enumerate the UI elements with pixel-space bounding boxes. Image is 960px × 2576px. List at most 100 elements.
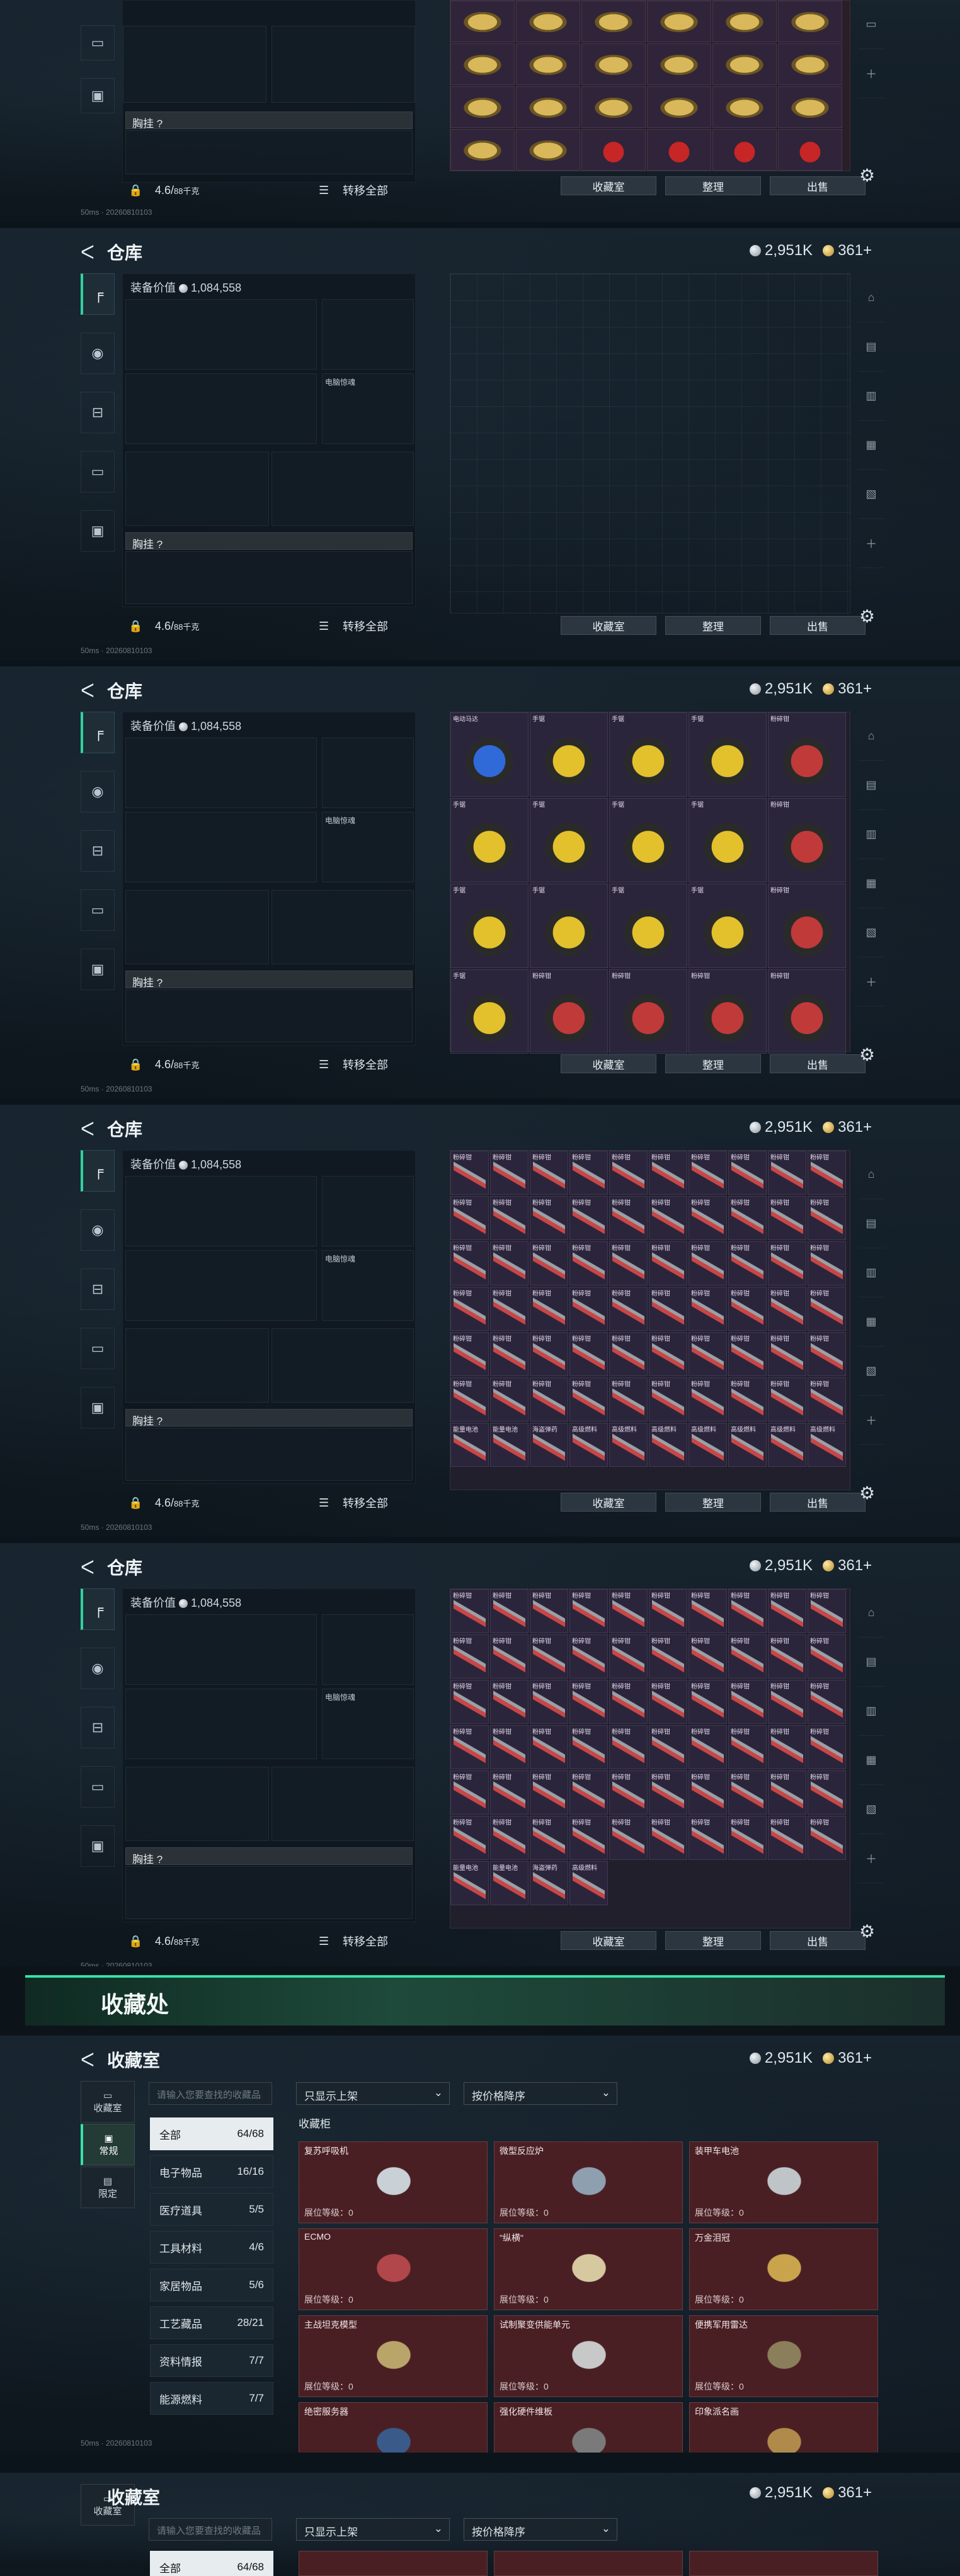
collection-button[interactable]: 收藏室 [561,1054,656,1073]
back-icon[interactable]: ᐸ [81,1557,94,1579]
storage-item[interactable]: 粉碎钳 [768,1287,806,1331]
right-nav-item[interactable]: ▥ [858,1248,884,1297]
sort-button[interactable]: 整理 [665,1493,761,1512]
slot-helmet[interactable] [125,1767,269,1841]
settings-gear-icon[interactable]: ⚙ [859,1921,875,1942]
filter-show-dropdown[interactable]: 只显示上架 ⌄ [296,2518,450,2541]
vest-bar[interactable]: 胸挂 ? [125,532,413,550]
category-item[interactable]: 工艺藏品 28/21 [150,2306,273,2339]
slot-vest[interactable] [125,1428,413,1481]
category-item[interactable]: 家居物品 5/6 [150,2269,273,2301]
storage-item[interactable]: 粉碎钳 [609,1332,648,1376]
storage-item[interactable]: 粉碎钳 [808,1816,846,1860]
sort-button[interactable]: 整理 [665,1054,761,1073]
storage-item[interactable]: 手锯 [609,884,687,968]
slot-melee[interactable]: 电脑惊魂 [322,1250,414,1321]
storage-item[interactable]: 粉碎钳 [609,1287,648,1331]
storage-item[interactable]: 粉碎钳 [808,1725,846,1769]
storage-item[interactable]: 粉碎钳 [649,1332,687,1376]
nav-ammo[interactable]: ▭ [81,25,115,60]
storage-item[interactable]: 粉碎钳 [450,1725,489,1769]
sell-button[interactable]: 出售 [770,176,866,195]
storage-item[interactable] [712,129,777,171]
storage-item[interactable]: 粉碎钳 [768,1241,806,1285]
nav-case[interactable]: ▣ [81,510,115,552]
right-nav-item[interactable]: ⌂ [858,1150,884,1199]
nav-helmet[interactable]: ◉ [81,771,115,812]
nav-backpack[interactable]: ⊟ [81,392,115,433]
back-icon[interactable]: ᐸ [81,242,94,264]
storage-item[interactable]: 粉碎钳 [490,1332,529,1376]
collection-card[interactable]: 复苏呼吸机 展位等级：0 [299,2141,488,2223]
storage-item[interactable]: 粉碎钳 [569,1816,608,1860]
storage-item[interactable]: 手锯 [530,712,608,797]
back-icon[interactable]: ᐸ [81,680,94,702]
right-nav-item[interactable]: ▤ [858,1638,884,1687]
storage-item[interactable]: 粉碎钳 [728,1770,767,1815]
right-nav-item[interactable]: ▧ [858,1785,884,1834]
storage-item[interactable]: 粉碎钳 [450,1589,489,1633]
storage-item[interactable]: 粉碎钳 [569,1770,608,1815]
sort-dropdown[interactable]: 按价格降序 ⌄ [464,2518,617,2541]
slot-melee[interactable]: 电脑惊魂 [322,1689,414,1759]
slot-primary-weapon[interactable] [125,1176,317,1246]
right-nav-item[interactable]: ▦ [858,859,884,908]
slot-pistol[interactable] [322,1614,414,1685]
right-nav-item[interactable]: ▧ [858,470,884,519]
nav-ammo[interactable]: ▭ [81,1328,115,1369]
storage-item[interactable]: 粉碎钳 [649,1770,687,1815]
storage-item[interactable]: 粉碎钳 [649,1196,687,1240]
nav-case[interactable]: ▣ [81,78,115,113]
tab-regular[interactable]: ▣ 常规 [81,2124,135,2165]
slot-helmet[interactable] [125,890,269,964]
storage-item[interactable]: 粉碎钳 [808,1680,846,1724]
slot-helmet[interactable] [125,452,269,526]
storage-item[interactable]: 粉碎钳 [728,1196,767,1240]
storage-item[interactable]: 粉碎钳 [490,1770,529,1815]
storage-item[interactable]: 粉碎钳 [768,1589,806,1633]
storage-item[interactable]: 粉碎钳 [768,1332,806,1376]
storage-item[interactable]: 高级燃料 [768,1423,806,1467]
right-nav-item[interactable]: ▤ [858,322,884,372]
right-nav-item[interactable]: ＋ [858,1396,884,1445]
storage-item[interactable]: 粉碎钳 [728,1287,767,1331]
storage-item[interactable]: 粉碎钳 [450,1377,489,1422]
collection-card[interactable] [494,2551,683,2576]
storage-item[interactable]: 高级燃料 [609,1423,648,1467]
storage-item[interactable]: 粉碎钳 [649,1287,687,1331]
tab-limited[interactable]: ▤ 限定 [81,2167,135,2208]
storage-item[interactable]: 粉碎钳 [808,1287,846,1331]
category-item[interactable]: 全部 64/68 [150,2117,273,2150]
list-icon[interactable]: ☰ [319,1935,329,1948]
storage-item[interactable]: 能量电池 [490,1423,529,1467]
collection-card[interactable] [689,2551,878,2576]
storage-item[interactable]: 粉碎钳 [490,1196,529,1240]
nav-case[interactable]: ▣ [81,1825,115,1867]
slot-helmet[interactable] [125,1328,269,1403]
storage-item[interactable]: 粉碎钳 [728,1241,767,1285]
storage-item[interactable]: 粉碎钳 [450,1816,489,1860]
nav-helmet[interactable]: ◉ [81,1648,115,1689]
category-item[interactable]: 电子物品 16/16 [150,2155,273,2188]
storage-item[interactable]: 粉碎钳 [530,1241,568,1285]
storage-item[interactable] [778,1,842,42]
slot-helmet[interactable] [123,26,266,103]
storage-item[interactable]: 粉碎钳 [609,1589,648,1633]
storage-item[interactable]: 粉碎钳 [768,1770,806,1815]
storage-item[interactable]: 粉碎钳 [689,1196,727,1240]
storage-item[interactable]: 手锯 [609,798,687,882]
nav-backpack[interactable]: ⊟ [81,1268,115,1310]
right-nav-item[interactable]: ▧ [858,1347,884,1396]
storage-item[interactable]: 高级燃料 [808,1423,846,1467]
slot-secondary-weapon[interactable] [125,373,317,444]
transfer-all-button[interactable]: 转移全部 [343,618,388,634]
storage-item[interactable]: 粉碎钳 [649,1725,687,1769]
storage-item[interactable]: 手锯 [689,798,767,882]
storage-item[interactable]: 粉碎钳 [609,1377,648,1422]
sort-dropdown[interactable]: 按价格降序 ⌄ [464,2082,617,2105]
storage-item[interactable]: 粉碎钳 [689,1151,727,1195]
storage-item[interactable]: 粉碎钳 [728,1377,767,1422]
storage-item[interactable]: 粉碎钳 [609,1196,648,1240]
nav-ammo[interactable]: ▭ [81,451,115,493]
storage-item[interactable]: 粉碎钳 [649,1816,687,1860]
